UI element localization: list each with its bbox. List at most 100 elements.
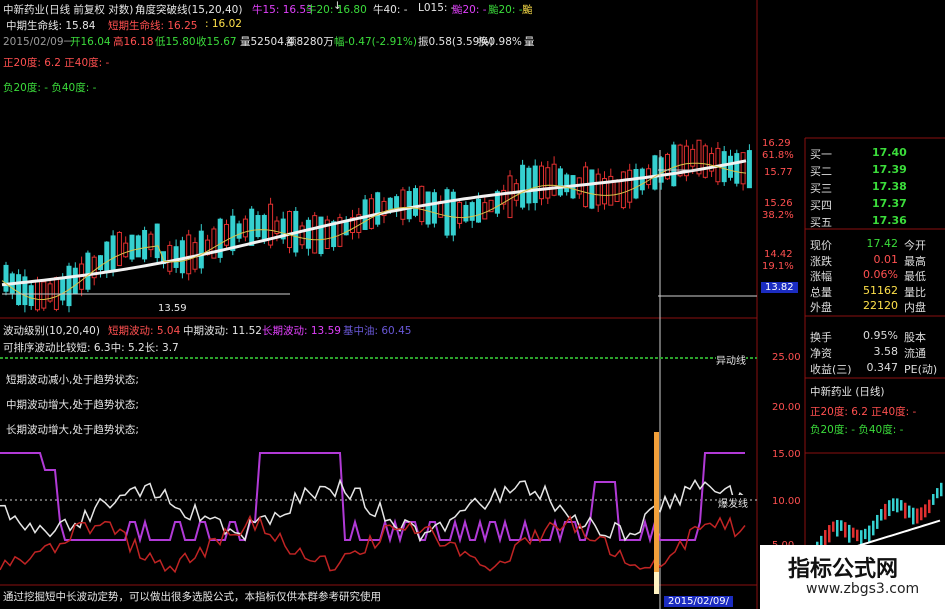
candle-body	[526, 167, 532, 204]
stat2-right-label: 流通	[904, 347, 926, 360]
stat-label: 涨幅	[810, 270, 832, 283]
bar-date: 2015/02/09一	[3, 36, 75, 48]
candle-body	[129, 234, 135, 260]
mini-candle	[864, 528, 867, 540]
candle-body	[41, 281, 47, 309]
candle-body	[66, 265, 72, 307]
brand-watermark: 指标公式网 www.zbgs3.com	[760, 545, 945, 609]
candle-body	[167, 244, 173, 272]
bid-label: 买二	[810, 165, 832, 178]
bar-low: 低15.80	[155, 36, 196, 48]
candle-body	[734, 153, 740, 184]
mini-candle	[836, 519, 839, 537]
extra-wave-value: 基中油: 60.45	[343, 325, 412, 337]
stat2-value: 0.347	[866, 361, 899, 374]
bid-price: 17.40	[872, 146, 907, 159]
short-wave-line	[0, 514, 746, 574]
status-long: 长期波动增大,处于趋势状态;	[6, 424, 139, 436]
r20b-value: 颱20: -	[488, 4, 523, 16]
mini-candle	[904, 502, 907, 519]
candle-body	[154, 223, 160, 259]
bid-label: 买四	[810, 199, 832, 212]
axis-tick-2: 61.8%	[762, 150, 794, 161]
mini-candle	[880, 509, 883, 521]
mini-candle	[916, 508, 919, 524]
candle-body	[249, 208, 255, 246]
mini-candle	[840, 520, 843, 531]
short-lifeline-label: 短期生命线: 16.25	[108, 20, 198, 32]
stat-label: 总量	[810, 285, 832, 299]
mini-candle	[900, 500, 903, 511]
footer-note: 通过挖掘短中长波动定势，可以做出很多选股公式，本指标仅供本群参考研究使用	[3, 591, 381, 603]
candle-body	[425, 191, 431, 225]
stat2-right-label: 股本	[904, 331, 926, 344]
stat-label: 外盘	[810, 301, 832, 314]
mini-candle	[932, 494, 935, 505]
candle-body	[287, 211, 292, 249]
mini-candle	[868, 525, 871, 543]
candle-body	[123, 242, 129, 258]
mini-candle	[908, 505, 911, 518]
candle-body	[740, 152, 746, 185]
candle-body	[242, 218, 248, 238]
volume-spike	[654, 432, 659, 592]
candle-body	[595, 173, 601, 206]
stat2-label: 换手	[810, 331, 832, 344]
candle-body	[312, 215, 318, 254]
candle-body	[362, 199, 368, 230]
mini-pos-angle: 正20度: 6.2 正40度: -	[810, 406, 917, 418]
quote-stat2-row: 换手 0.95% 股本	[808, 329, 942, 345]
candle-body	[532, 165, 538, 204]
extra-lifeline-label: : 16.02	[205, 18, 242, 30]
stat-value: 0.01	[873, 252, 899, 266]
bid-row: 买四 17.37	[808, 197, 942, 213]
lower-tick-1: 25.00	[772, 352, 801, 363]
mini-candle	[940, 482, 943, 497]
l015-value: L015: -	[418, 2, 455, 14]
indicator-name: 角度突破线(15,20,40)	[135, 4, 243, 16]
wave-compare: 可排序波动比较短: 6.3中: 5.2长: 3.7	[3, 342, 179, 354]
candle-body	[551, 163, 557, 196]
stock-title: 中新药业(日线 前复权 对数)	[3, 4, 134, 16]
candlestick-series	[3, 139, 752, 313]
candle-body	[261, 214, 267, 240]
candle-body	[299, 225, 305, 246]
candle-body	[236, 223, 242, 239]
candle-body	[224, 223, 229, 246]
bar-change: 幅-0.47(-2.91%)	[334, 36, 418, 48]
stat-right-label: 内盘	[904, 301, 926, 314]
candle-body	[702, 145, 708, 178]
candle-body	[746, 150, 752, 189]
candle-body	[142, 229, 148, 260]
candle-body	[198, 230, 204, 269]
bid-label: 买三	[810, 182, 832, 195]
candle-body	[520, 164, 526, 208]
candle-body	[60, 278, 66, 301]
mini-candle	[892, 498, 895, 512]
stat-label: 现价	[810, 239, 832, 252]
quote-stat-row: 总量 51162 量比	[808, 284, 942, 300]
m40-value: 牛40: -	[373, 4, 408, 16]
stat-right-label: 最低	[904, 270, 926, 283]
stat-label: 涨跌	[810, 254, 832, 268]
candle-body	[3, 264, 9, 292]
mini-candle	[844, 522, 847, 538]
mini-candle	[852, 527, 855, 538]
candle-body	[85, 252, 91, 290]
candle-body	[368, 198, 374, 229]
candle-body	[620, 171, 626, 209]
candle-body	[469, 202, 475, 221]
long-wave-value: 长期波动: 13.59	[262, 325, 341, 337]
main-price-chart[interactable]	[0, 0, 945, 609]
mini-candle	[928, 499, 931, 514]
stat-value: 0.06%	[863, 268, 898, 281]
candle-body	[173, 246, 179, 268]
candle-body	[507, 175, 513, 219]
burst-line-label: 爆发线	[718, 495, 748, 510]
m20-value: 牛20: 16.80	[306, 4, 367, 16]
candle-body	[104, 241, 110, 273]
candle-body	[110, 235, 116, 272]
candle-body	[450, 191, 456, 236]
candle-body	[406, 191, 412, 220]
quote-stat2-row: 收益(三) 0.347 PE(动)	[808, 361, 942, 377]
